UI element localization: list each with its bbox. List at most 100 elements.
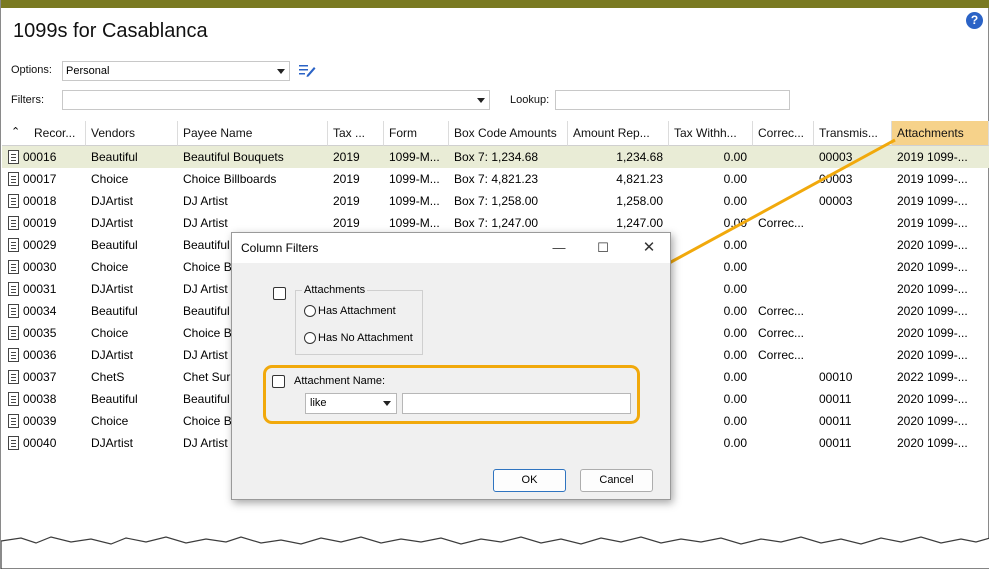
cell-corrected: Correc... [758,326,805,340]
cell-attachments: 2020 1099-... [897,260,968,274]
document-icon [8,392,19,406]
cell-record: 00038 [23,392,57,406]
options-label: Options: [11,64,52,76]
cell-amount-reported: 4,821.23 [616,172,663,186]
cell-corrected [753,366,814,388]
close-icon[interactable]: ✕ [637,237,661,259]
column-header-transmission[interactable]: Transmis... [814,121,892,146]
cell-vendors: DJArtist [91,194,133,208]
dialog-title-bar: Column Filters — ☐ ✕ [232,233,670,263]
cell-transmission [814,212,892,234]
cell-amount-reported: 1,258.00 [616,194,663,208]
cell-corrected [753,256,814,278]
cell-amount-reported: 1,247.00 [616,216,663,230]
cell-vendors: Choice [91,260,129,274]
has-no-attachment-radio[interactable] [304,332,316,344]
filters-dropdown[interactable] [62,90,490,110]
lookup-label: Lookup: [510,94,550,106]
cell-tax-year: 2019 [333,216,360,230]
cell-vendors: DJArtist [91,282,133,296]
filters-label: Filters: [11,94,44,106]
column-header-tax-withheld[interactable]: Tax Withh... [669,121,753,146]
options-dropdown[interactable]: Personal [62,61,290,81]
cell-attachments: 2020 1099-... [897,326,968,340]
column-header-form[interactable]: Form [384,121,449,146]
ok-button[interactable]: OK [493,469,566,492]
column-header-vendors[interactable]: Vendors [86,121,178,146]
cell-vendors: DJArtist [91,216,133,230]
cell-record: 00039 [23,414,57,428]
minimize-icon[interactable]: — [547,237,571,259]
cell-corrected: Correc... [758,216,805,230]
page-title: 1099s for Casablanca [13,20,208,42]
cell-attachments: 2020 1099-... [897,304,968,318]
table-row[interactable]: 00019 DJArtist DJ Artist 2019 1099-M... Box 7… [2,212,989,234]
cell-tax-withheld: 0.00 [723,172,747,186]
cell-tax-year: 2019 [333,172,360,186]
cell-corrected [753,146,814,168]
column-header-amount-reported[interactable]: Amount Rep... [568,121,669,146]
cell-transmission: 00011 [819,414,852,428]
cell-transmission: 00003 [819,150,853,164]
highlight-box [263,365,640,424]
cell-transmission: 00003 [819,172,853,186]
cell-payee-name: DJ Artist [183,216,228,230]
column-header-box-code-amounts[interactable]: Box Code Amounts [449,121,568,146]
cell-transmission [814,300,892,322]
cell-corrected [753,190,814,212]
attachments-groupbox [295,290,423,355]
cell-amount-reported: 1,234.68 [616,150,663,164]
lookup-input[interactable] [555,90,790,110]
cell-vendors: Beautiful [91,150,138,164]
chevron-down-icon [477,98,485,103]
cell-tax-withheld: 0.00 [723,282,747,296]
column-header-payee-name[interactable]: Payee Name [178,121,328,146]
cell-vendors: Beautiful [91,238,138,252]
cell-record: 00016 [23,150,57,164]
cell-payee-name: Beautiful Bouquets [183,150,284,164]
cell-record: 00031 [23,282,57,296]
table-row[interactable]: 00018 DJArtist DJ Artist 2019 1099-M... Box 7… [2,190,989,212]
cell-transmission [814,234,892,256]
document-icon [8,150,19,164]
help-icon[interactable]: ? [966,12,983,29]
cancel-button[interactable]: Cancel [580,469,653,492]
cell-corrected [753,410,814,432]
has-attachment-label: Has Attachment [318,305,396,317]
cell-vendors: DJArtist [91,348,133,362]
top-bar [1,0,989,8]
maximize-icon[interactable]: ☐ [591,237,615,259]
cell-attachments: 2019 1099-... [897,194,968,208]
cell-attachments: 2019 1099-... [897,216,968,230]
torn-edge [1,536,989,569]
cell-corrected [753,388,814,410]
cell-vendors: Choice [91,326,129,340]
sort-up-icon[interactable]: ⌃ [11,125,20,138]
column-header-corrected[interactable]: Correc... [753,121,814,146]
cell-record: 00034 [23,304,57,318]
cell-transmission [814,322,892,344]
cell-tax-withheld: 0.00 [723,216,747,230]
column-header-tax-year[interactable]: Tax ... [328,121,384,146]
cell-transmission [814,256,892,278]
cell-attachments: 2020 1099-... [897,392,968,406]
cell-payee-name: Choice Billboards [183,172,277,186]
cell-vendors: Choice [91,414,129,428]
cell-vendors: DJArtist [91,436,133,450]
cell-tax-withheld: 0.00 [723,194,747,208]
cell-payee-name: DJ Artist [183,194,228,208]
cell-box-code-amounts: Box 7: 4,821.23 [454,172,539,186]
cell-record: 00029 [23,238,57,252]
cell-tax-withheld: 0.00 [723,436,747,450]
table-row[interactable]: 00017 Choice Choice Billboards 2019 1099-M..… [2,168,989,190]
cell-corrected: Correc... [758,348,805,362]
attachments-checkbox[interactable] [273,287,286,300]
cell-tax-withheld: 0.00 [723,150,747,164]
document-icon [8,282,19,296]
has-attachment-radio[interactable] [304,305,316,317]
edit-list-icon[interactable] [298,62,316,78]
column-header-attachments[interactable]: Attachments [892,121,989,146]
table-row[interactable]: 00016 Beautiful Beautiful Bouquets 2019 1099… [2,146,989,168]
has-no-attachment-label: Has No Attachment [318,332,413,344]
cell-record: 00030 [23,260,57,274]
